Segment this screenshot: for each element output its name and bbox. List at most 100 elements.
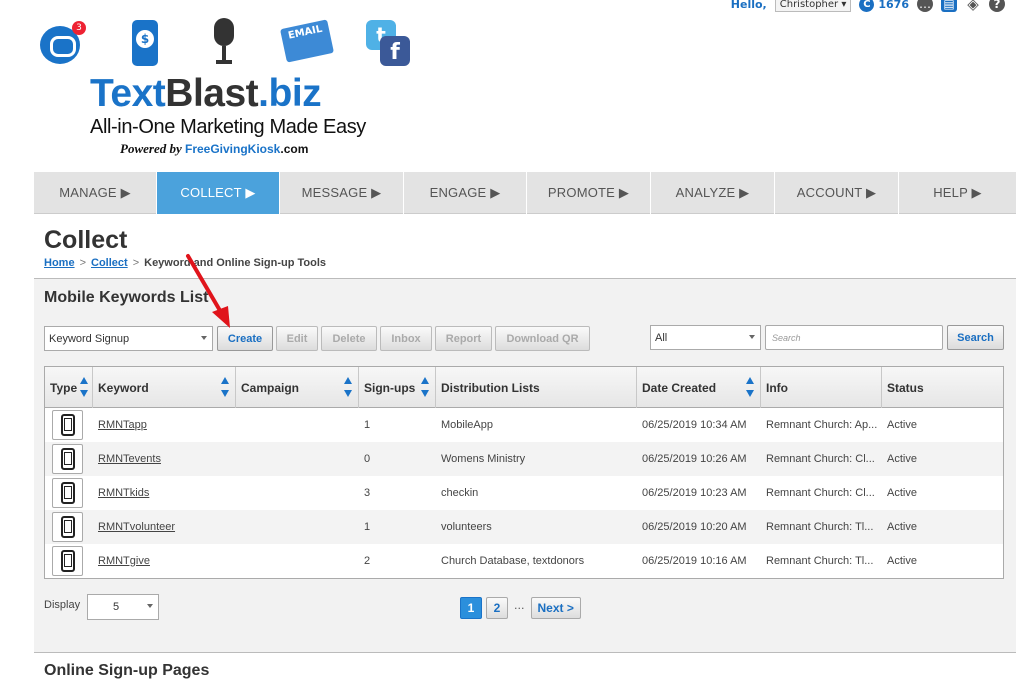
- powered-by-brand: FreeGivingKiosk: [184, 142, 281, 156]
- sort-arrows-icon[interactable]: [221, 377, 229, 399]
- breadcrumb-home-link[interactable]: Home: [44, 257, 75, 269]
- report-button[interactable]: Report: [435, 326, 492, 351]
- campaign-cell: [236, 408, 359, 442]
- info-cell: Remnant Church: Cl...: [766, 453, 875, 465]
- table-row[interactable]: RMNTapp 1 MobileApp 06/25/2019 10:34 AM …: [45, 408, 1003, 442]
- column-header-signups[interactable]: Sign-ups: [359, 367, 436, 408]
- page-size-value: 5: [112, 601, 120, 613]
- keyword-type-value: Keyword Signup: [49, 332, 130, 345]
- user-menu-dropdown[interactable]: Christopher ▾: [774, 0, 852, 12]
- sort-arrows-icon[interactable]: [421, 377, 429, 399]
- status-cell: Active: [887, 487, 917, 499]
- brand-text-1: Text: [90, 72, 166, 115]
- credits-icon: C: [859, 0, 875, 12]
- hello-text: Hello,: [730, 0, 767, 11]
- sort-arrows-icon[interactable]: [344, 377, 352, 399]
- column-header-status: Status: [882, 367, 1003, 408]
- campaign-cell: [236, 442, 359, 476]
- mobile-phone-icon: [52, 546, 83, 576]
- info-cell: Remnant Church: Tl...: [766, 555, 874, 567]
- table-row[interactable]: RMNTevents 0 Womens Ministry 06/25/2019 …: [45, 442, 1003, 476]
- type-cell: [45, 442, 93, 476]
- next-page-button[interactable]: Next >: [530, 597, 581, 619]
- sort-arrows-icon[interactable]: [80, 377, 88, 399]
- keywords-table: Type Keyword Campaign Sign-ups Distribut…: [44, 366, 1004, 579]
- mobile-phone-icon: [52, 478, 83, 508]
- date-created-cell: 06/25/2019 10:34 AM: [642, 419, 747, 431]
- column-header-campaign[interactable]: Campaign: [236, 367, 359, 408]
- keyword-cell: RMNTapp: [93, 408, 236, 442]
- table-row[interactable]: RMNTgive 2 Church Database, textdonors 0…: [45, 544, 1003, 578]
- keyword-link[interactable]: RMNTgive: [98, 555, 150, 567]
- display-label: Display: [44, 599, 81, 611]
- keyword-link[interactable]: RMNTapp: [98, 419, 147, 431]
- column-label: Distribution Lists: [441, 380, 540, 395]
- facebook-icon: f: [380, 36, 410, 66]
- nav-account[interactable]: ACCOUNT ▶: [775, 172, 899, 214]
- nav-manage[interactable]: MANAGE ▶: [34, 172, 157, 214]
- column-label: Keyword: [98, 380, 149, 395]
- user-bar: Hello, Christopher ▾ C 1676 … ▤ ◈ ?: [730, 0, 1005, 13]
- search-input[interactable]: Search: [765, 325, 943, 350]
- signups-cell: 1: [364, 419, 371, 431]
- edit-button[interactable]: Edit: [276, 326, 318, 351]
- keyword-link[interactable]: RMNTvolunteer: [98, 521, 175, 533]
- type-cell: [45, 544, 93, 578]
- print-icon[interactable]: ▤: [941, 0, 957, 12]
- help-icon[interactable]: ?: [989, 0, 1005, 12]
- nav-promote[interactable]: PROMOTE ▶: [527, 172, 651, 214]
- nav-collect[interactable]: COLLECT ▶: [157, 172, 280, 214]
- column-header-date-created[interactable]: Date Created: [637, 367, 761, 408]
- campaign-cell: [236, 544, 359, 578]
- page-title: Collect: [44, 226, 128, 254]
- user-name: Christopher: [779, 0, 839, 10]
- brand-tagline: All-in-One Marketing Made Easy: [90, 116, 366, 138]
- chevron-down-icon: [749, 335, 755, 339]
- column-header-distribution-lists[interactable]: Distribution Lists: [436, 367, 637, 408]
- nav-help[interactable]: HELP ▶: [899, 172, 1016, 214]
- breadcrumb-separator: >: [79, 257, 86, 269]
- keyword-cell: RMNTvolunteer: [93, 510, 236, 544]
- keyword-cell: RMNTkids: [93, 476, 236, 510]
- page-size-select[interactable]: 5: [87, 594, 159, 620]
- mobile-phone-icon: [52, 512, 83, 542]
- email-icon: EMAIL: [279, 19, 335, 63]
- chat-bubble-icon[interactable]: …: [917, 0, 933, 12]
- filter-select[interactable]: All: [650, 325, 761, 350]
- sort-arrows-icon[interactable]: [746, 377, 754, 399]
- credits-counter[interactable]: C 1676: [859, 0, 909, 12]
- chevron-down-icon: [201, 336, 207, 340]
- layers-icon[interactable]: ◈: [965, 0, 981, 13]
- nav-message[interactable]: MESSAGE ▶: [280, 172, 404, 214]
- column-header-type[interactable]: Type: [45, 367, 93, 408]
- table-row[interactable]: RMNTkids 3 checkin 06/25/2019 10:23 AM R…: [45, 476, 1003, 510]
- column-label: Campaign: [241, 380, 300, 395]
- page-button-1[interactable]: 1: [460, 597, 482, 619]
- pagination-ellipsis: ···: [514, 601, 525, 615]
- logo-icon-row: 3 EMAIL t f: [40, 18, 420, 68]
- nav-engage[interactable]: ENGAGE ▶: [404, 172, 527, 214]
- delete-button[interactable]: Delete: [321, 326, 377, 351]
- page-button-2[interactable]: 2: [486, 597, 508, 619]
- info-cell: Remnant Church: Tl...: [766, 521, 874, 533]
- search-button[interactable]: Search: [947, 325, 1004, 350]
- annotation-arrow-icon: [186, 254, 230, 328]
- column-label: Status: [887, 380, 924, 395]
- table-row[interactable]: RMNTvolunteer 1 volunteers 06/25/2019 10…: [45, 510, 1003, 544]
- keyword-link[interactable]: RMNTevents: [98, 453, 161, 465]
- mobile-phone-icon: [52, 410, 83, 440]
- brand-text-2: Blast: [165, 72, 259, 115]
- date-created-cell: 06/25/2019 10:16 AM: [642, 555, 747, 567]
- download-qr-button[interactable]: Download QR: [495, 326, 590, 351]
- column-header-keyword[interactable]: Keyword: [93, 367, 236, 408]
- brand-logo[interactable]: TextBlast.biz: [90, 72, 322, 116]
- nav-analyze[interactable]: ANALYZE ▶: [651, 172, 775, 214]
- chevron-down-icon: [147, 604, 153, 608]
- inbox-button[interactable]: Inbox: [380, 326, 432, 351]
- info-cell: Remnant Church: Ap...: [766, 419, 878, 431]
- breadcrumb-collect-link[interactable]: Collect: [91, 257, 128, 269]
- keyword-link[interactable]: RMNTkids: [98, 487, 149, 499]
- campaign-cell: [236, 510, 359, 544]
- distribution-lists-cell: MobileApp: [441, 419, 493, 431]
- mobile-payment-icon: [132, 20, 158, 66]
